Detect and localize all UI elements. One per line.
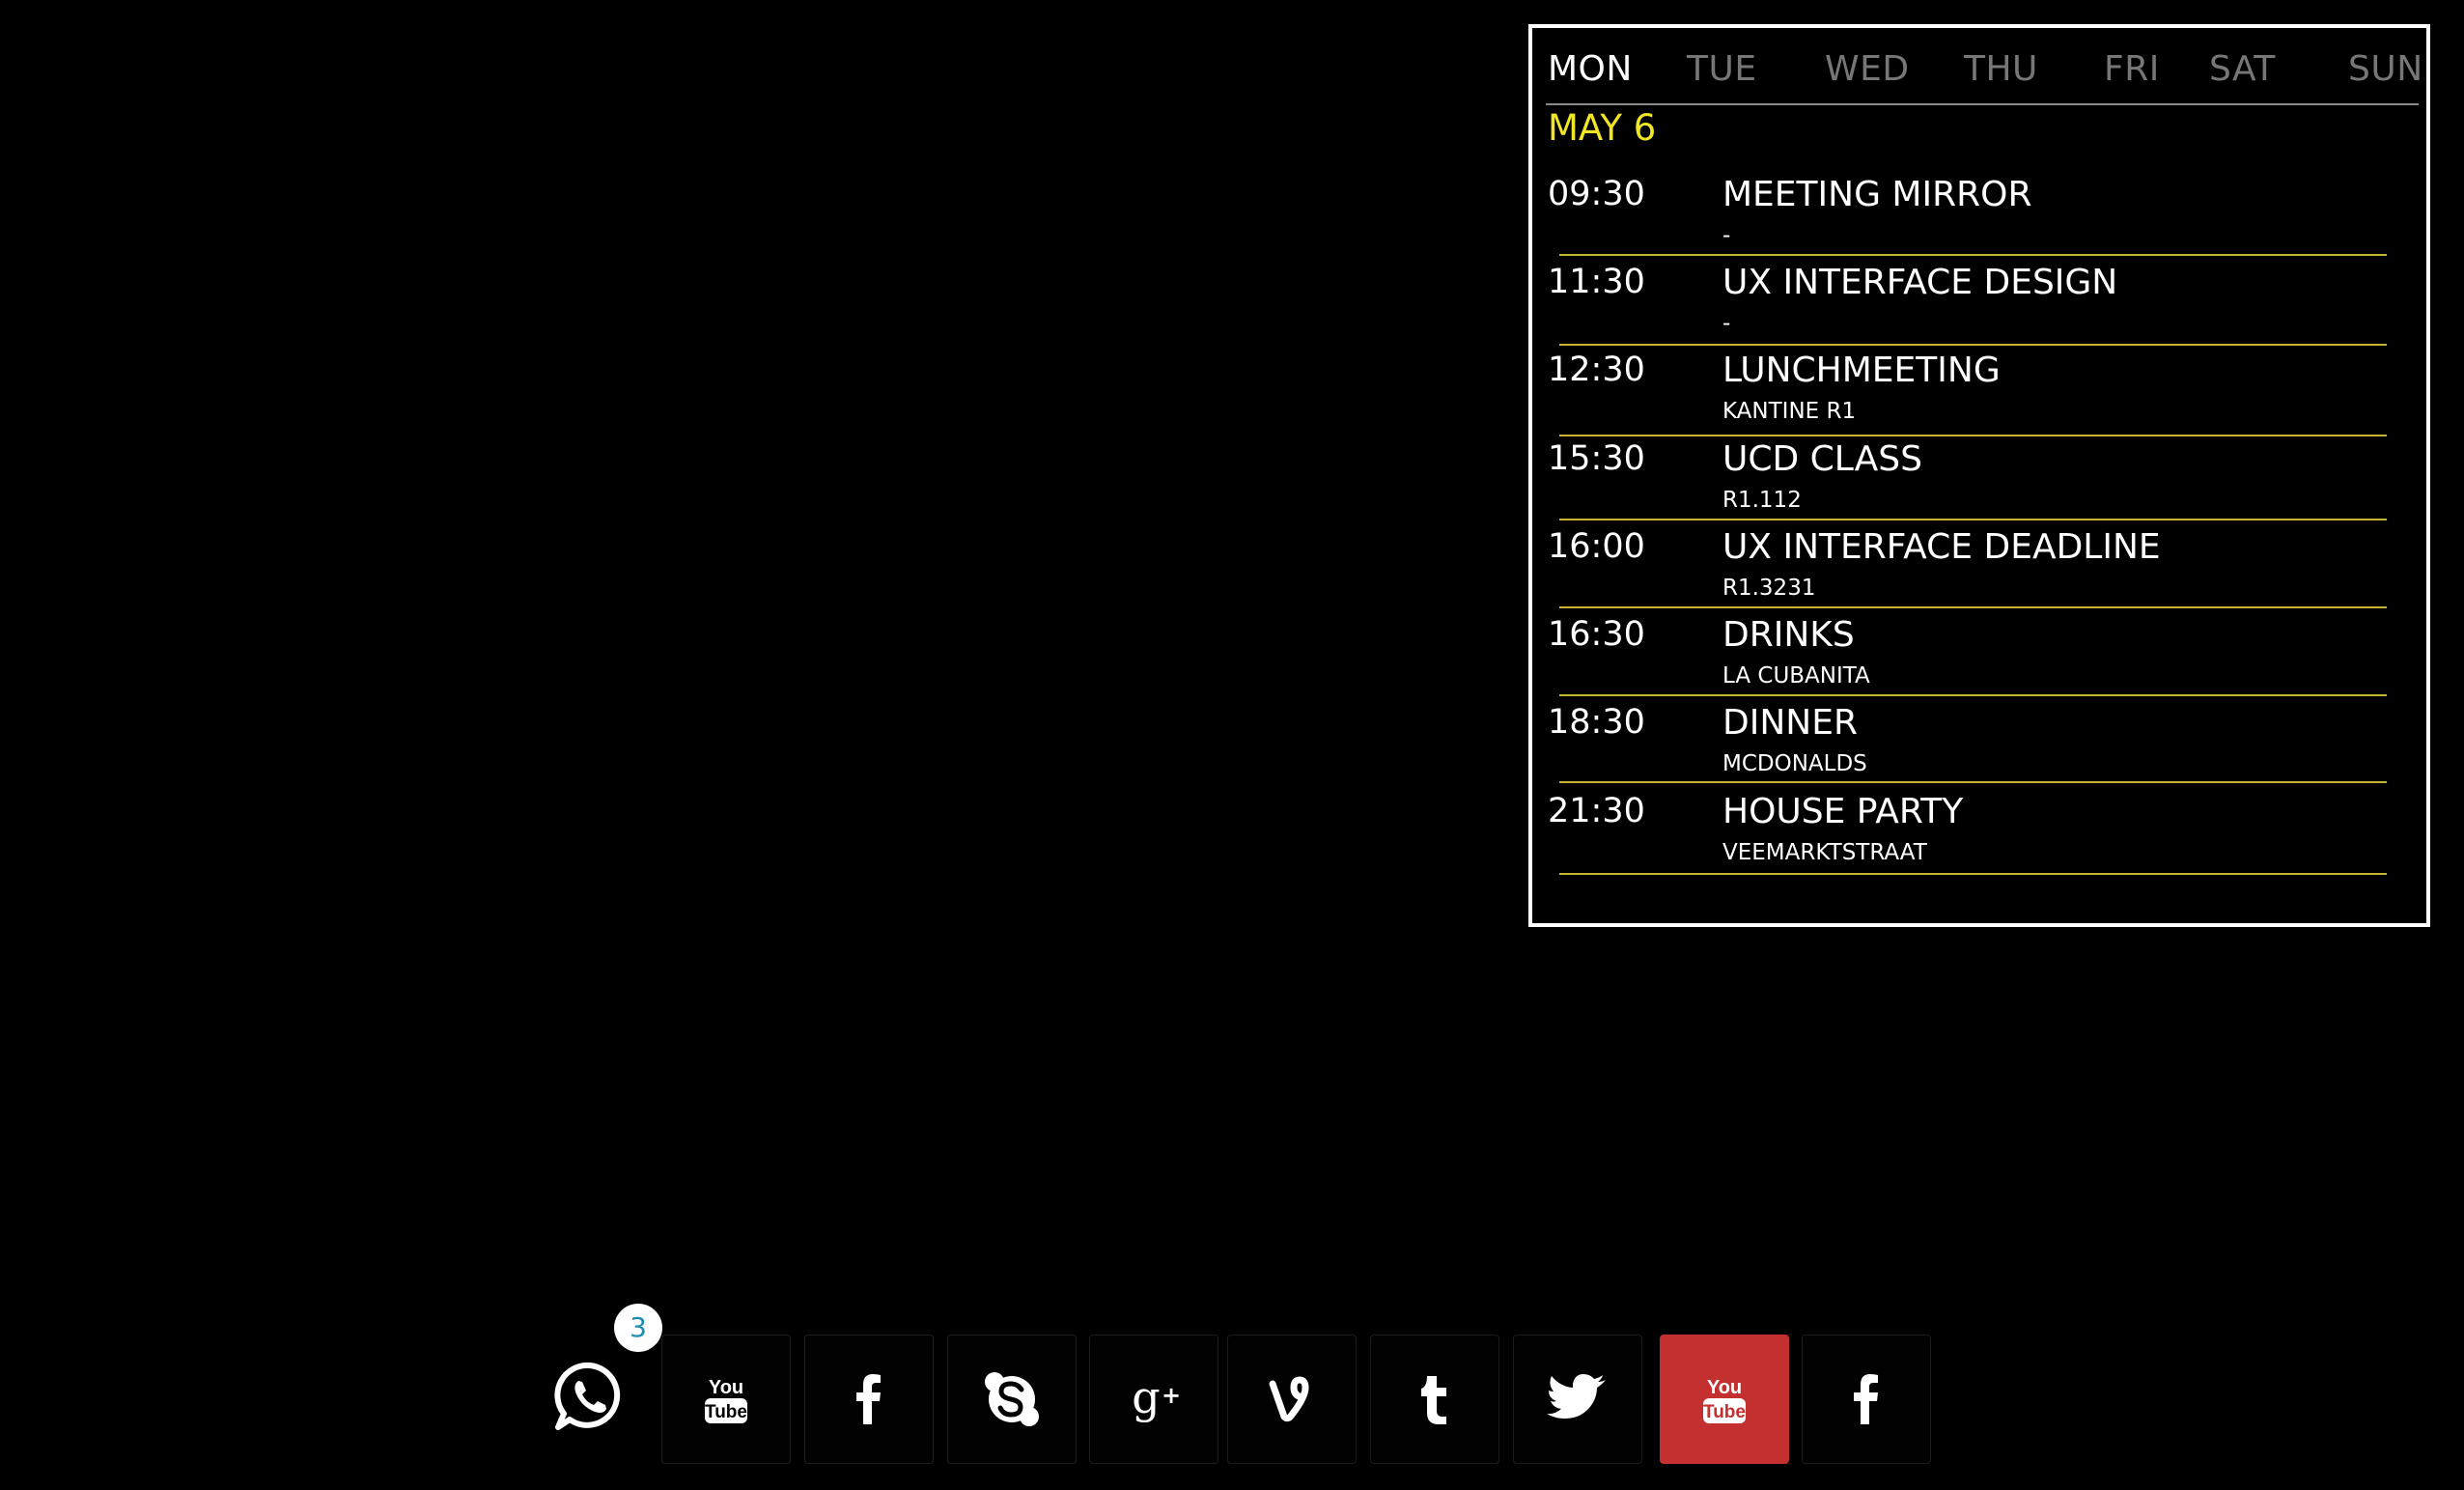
facebook-icon xyxy=(856,1374,881,1424)
svg-text:g: g xyxy=(1132,1371,1160,1423)
facebook-button[interactable] xyxy=(804,1335,934,1464)
app-dock: 3 You Tube g + You Tube xyxy=(0,0,2464,1490)
svg-text:+: + xyxy=(1162,1382,1181,1409)
youtube-icon: You Tube xyxy=(705,1377,747,1423)
tumblr-button[interactable] xyxy=(1370,1335,1499,1464)
svg-text:You: You xyxy=(709,1377,743,1398)
twitter-button[interactable] xyxy=(1513,1335,1642,1464)
youtube-icon: You Tube xyxy=(1703,1377,1746,1423)
facebook-icon xyxy=(1854,1374,1878,1424)
twitter-icon xyxy=(1547,1374,1606,1419)
notification-badge: 3 xyxy=(614,1304,662,1352)
whatsapp-button[interactable] xyxy=(552,1360,628,1435)
tumblr-icon xyxy=(1421,1376,1446,1424)
skype-button[interactable] xyxy=(947,1335,1077,1464)
youtube-button[interactable]: You Tube xyxy=(661,1335,791,1464)
facebook-button[interactable] xyxy=(1802,1335,1931,1464)
vine-icon xyxy=(1269,1376,1309,1422)
svg-text:Tube: Tube xyxy=(1703,1402,1746,1422)
google-plus-button[interactable]: g + xyxy=(1089,1335,1218,1464)
vine-button[interactable] xyxy=(1227,1335,1357,1464)
google-plus-icon: g + xyxy=(1132,1371,1181,1423)
whatsapp-icon xyxy=(554,1362,621,1430)
youtube-button-active[interactable]: You Tube xyxy=(1660,1335,1789,1464)
skype-icon xyxy=(985,1372,1039,1426)
svg-text:You: You xyxy=(1707,1377,1742,1398)
svg-text:Tube: Tube xyxy=(705,1402,747,1422)
